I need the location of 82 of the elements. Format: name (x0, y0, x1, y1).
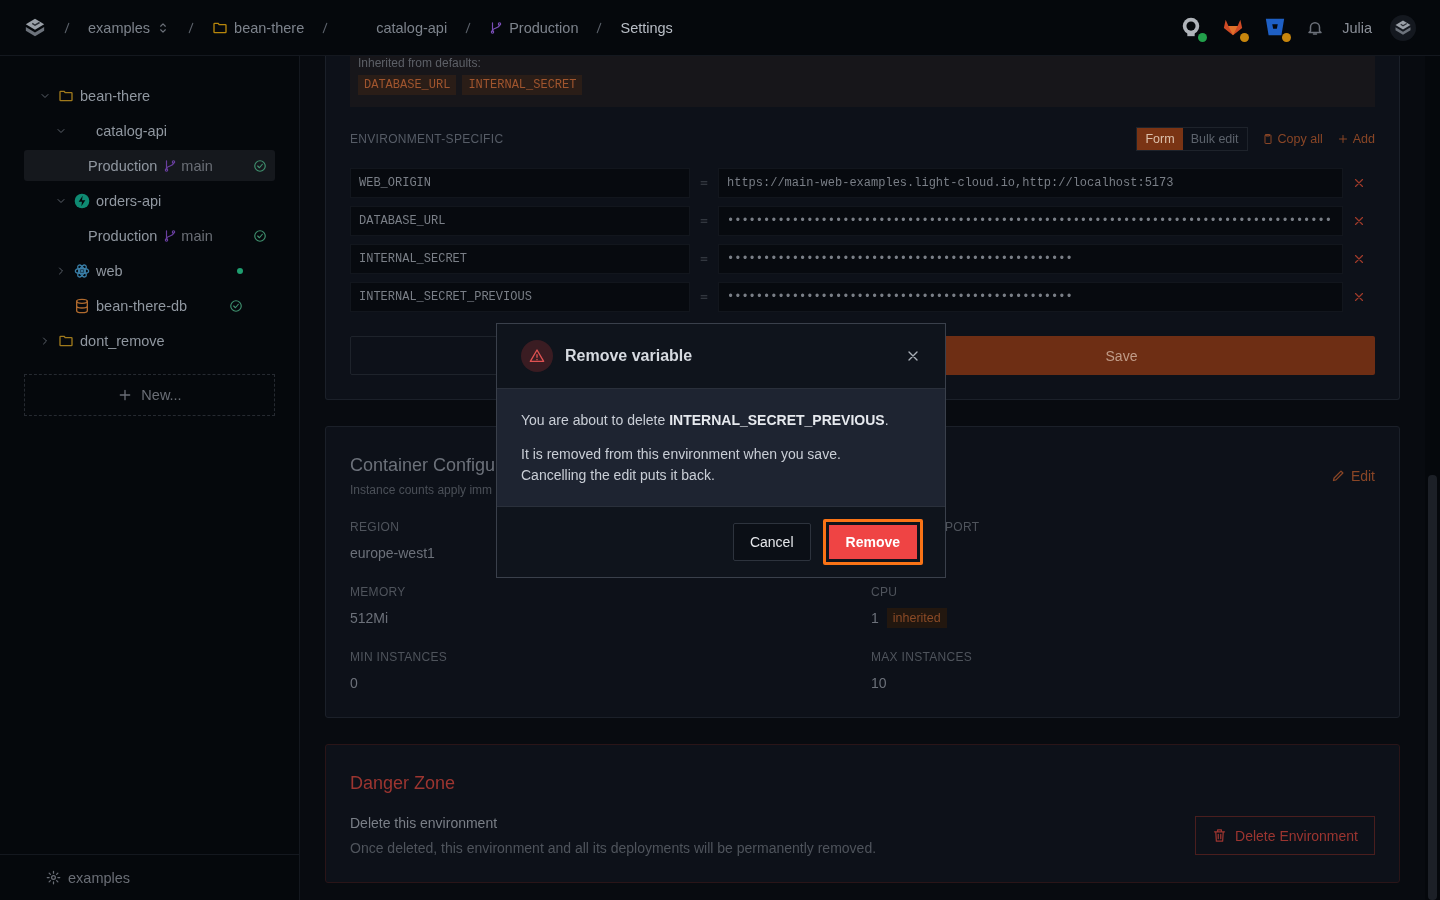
logo-icon (24, 16, 46, 39)
bolt-icon (74, 192, 90, 209)
warning-icon (529, 348, 545, 364)
tree-item[interactable]: dont_remove (24, 323, 275, 358)
field-label: REGION (350, 520, 401, 534)
danger-heading: Delete this environment (350, 814, 498, 833)
remove-icon (1352, 252, 1366, 266)
equals-icon (699, 216, 709, 226)
key-field[interactable]: WEB_ORIGIN (350, 168, 690, 198)
equals-icon (699, 292, 709, 302)
remove-button[interactable]: Remove (822, 519, 923, 565)
field-value: 1 (871, 609, 879, 628)
section-label: ENVIRONMENT-SPECIFIC (350, 132, 504, 146)
breadcrumb-link[interactable]: catalog-api (376, 19, 448, 36)
check-circle-icon (253, 158, 267, 173)
section-title: Container Configu (350, 454, 496, 477)
danger-title: Danger Zone (350, 773, 456, 793)
key-field[interactable]: DATABASE_URL (350, 206, 690, 236)
branch-icon (163, 158, 178, 173)
key-field[interactable]: INTERNAL_SECRET (350, 244, 690, 274)
variable-tag: INTERNAL_SECRET (462, 75, 583, 95)
field-label: MIN INSTANCES (350, 650, 449, 664)
value-field[interactable]: •••••••••••••••••••••••••••••••••••••••••••••••••••••••••••••••••••••••••••••••••••• (718, 206, 1343, 236)
dialog-message: You are about to delete INTERNAL_SECRET_PREVIOUS. (521, 411, 890, 430)
remove-icon (1352, 176, 1366, 190)
copy-all-link[interactable]: Copy all (1261, 132, 1323, 146)
breadcrumb-link[interactable]: Production (489, 19, 579, 36)
environment-item[interactable]: Production main (24, 220, 275, 251)
check-circle-icon (253, 228, 267, 243)
key-field[interactable]: INTERNAL_SECRET_PREVIOUS (350, 282, 690, 312)
trash-icon (1212, 828, 1228, 843)
value-field[interactable]: https://main-web-examples.light-cloud.io,http://localhost:5173 (718, 168, 1343, 198)
field-value: 10 (871, 674, 887, 693)
breadcrumb-link[interactable]: bean-there (212, 19, 305, 36)
value-field[interactable]: •••••••••••••••••••••••••••••••••••••••••••••••• (718, 282, 1343, 312)
equals-icon (699, 254, 709, 264)
clipboard-icon (1261, 133, 1274, 145)
plus-icon (1336, 133, 1349, 145)
branch-icon (163, 228, 178, 243)
field-value: europe-west1 (350, 544, 435, 563)
settings-icon (46, 870, 61, 885)
new-button[interactable]: New... (24, 374, 275, 416)
delete-environment-button[interactable]: Delete Environment (1195, 816, 1375, 855)
edit-link[interactable]: Edit (1330, 467, 1375, 484)
remove-icon (1352, 214, 1366, 228)
tree-item[interactable]: orders-api (24, 183, 275, 218)
mode-tab[interactable]: Bulk edit (1182, 128, 1247, 150)
check-circle-icon (229, 298, 243, 313)
avatar-icon[interactable] (1390, 14, 1416, 41)
tree-item[interactable]: bean-there-db (24, 288, 275, 323)
atom-icon (74, 262, 90, 279)
field-label: PORT (945, 520, 981, 534)
field-label: MEMORY (350, 585, 407, 599)
user-name: Julia (1342, 19, 1372, 36)
environment-item[interactable]: Production main (24, 150, 275, 181)
database-icon (74, 297, 90, 314)
cancel-button[interactable]: Cancel (732, 523, 811, 561)
workspace-switcher[interactable]: examples (88, 19, 171, 36)
variable-tag: DATABASE_URL (358, 75, 457, 95)
field-value: 0 (350, 674, 358, 693)
branch-icon (489, 20, 504, 35)
tree-item[interactable]: catalog-api (24, 113, 275, 148)
tree-item[interactable]: web (24, 253, 275, 288)
workspace-footer[interactable]: examples (0, 854, 299, 900)
dialog-title: Remove variable (565, 347, 694, 365)
field-label: CPU (871, 585, 899, 599)
section-subtitle: Instance counts apply imm (350, 482, 493, 498)
remove-icon (1352, 290, 1366, 304)
dialog-message: It is removed from this environment when you save. Cancelling the edit puts it back. (521, 445, 842, 485)
mode-tab[interactable]: Form (1137, 128, 1183, 150)
add-link[interactable]: Add (1336, 132, 1375, 146)
scrollbar[interactable] (1425, 56, 1440, 900)
inherited-badge: inherited (886, 608, 947, 628)
inherited-label: Inherited from defaults: (358, 56, 481, 70)
tree-item[interactable]: bean-there (24, 78, 275, 113)
field-label: MAX INSTANCES (871, 650, 974, 664)
field-value: 512Mi (350, 609, 389, 628)
equals-icon (699, 178, 709, 188)
breadcrumb-current: Settings (620, 19, 673, 36)
pencil-icon (1330, 468, 1346, 483)
danger-description: Once deleted, this environment and all its deployments will be permanently removed. (350, 839, 877, 858)
value-field[interactable]: •••••••••••••••••••••••••••••••••••••••••••••••• (718, 244, 1343, 274)
